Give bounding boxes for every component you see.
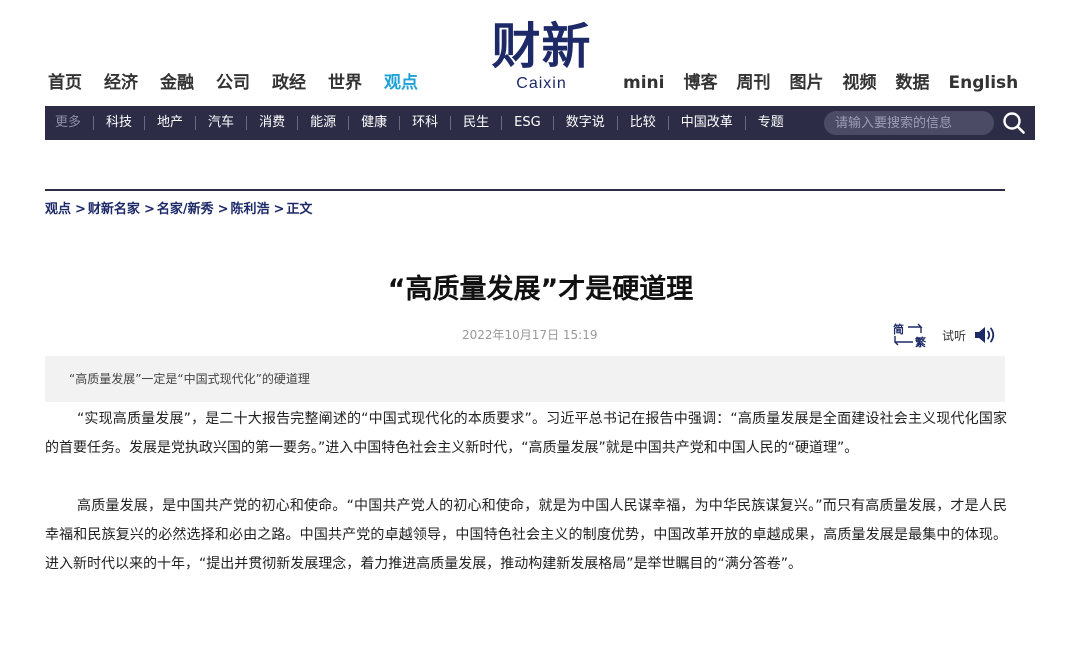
main-nav-left: 首页 经济 金融 公司 政经 世界 观点 xyxy=(48,70,440,96)
search-input[interactable] xyxy=(824,111,994,135)
breadcrumb-opinion[interactable]: 观点 xyxy=(45,200,71,220)
nav-item-world[interactable]: 世界 xyxy=(328,70,362,96)
subnav-item-more[interactable]: 更多 xyxy=(45,116,95,130)
subnav-item-consumer[interactable]: 消费 xyxy=(247,116,299,130)
nav-item-video[interactable]: 视频 xyxy=(842,70,876,96)
listen-label: 试听 xyxy=(942,328,967,343)
nav-item-data[interactable]: 数据 xyxy=(895,70,929,96)
nav-item-photos[interactable]: 图片 xyxy=(789,70,823,96)
speaker-icon xyxy=(974,325,998,345)
subnav-item-livelihood[interactable]: 民生 xyxy=(451,116,503,130)
listen-button[interactable]: 试听 xyxy=(942,324,998,346)
nav-item-home[interactable]: 首页 xyxy=(48,70,82,96)
nav-item-finance[interactable]: 金融 xyxy=(160,70,194,96)
main-nav-right: mini 博客 周刊 图片 视频 数据 English xyxy=(623,70,1037,96)
nav-item-economy[interactable]: 经济 xyxy=(104,70,138,96)
nav-item-companies[interactable]: 公司 xyxy=(216,70,250,96)
convert-traditional-char: 繁 xyxy=(914,335,927,349)
breadcrumb: 观点 > 财新名家 > 名家/新秀 > 陈利浩 > 正文 xyxy=(45,200,312,220)
nav-item-mini[interactable]: mini xyxy=(623,70,664,96)
simplified-traditional-icon[interactable]: 简 繁 xyxy=(891,321,931,349)
breadcrumb-separator: > xyxy=(273,202,285,217)
subnav-item-auto[interactable]: 汽车 xyxy=(196,116,248,130)
subnav-item-tech[interactable]: 科技 xyxy=(94,116,146,130)
breadcrumb-separator: > xyxy=(75,202,86,217)
subnav-item-china-reform[interactable]: 中国改革 xyxy=(669,116,746,130)
logo-chinese-text: 财新 xyxy=(491,18,592,75)
search-icon[interactable] xyxy=(1002,111,1026,135)
breadcrumb-author[interactable]: 陈利浩 xyxy=(231,200,270,220)
nav-item-english[interactable]: English xyxy=(948,70,1018,96)
nav-item-opinion[interactable]: 观点 xyxy=(384,70,418,96)
subnav-item-topics[interactable]: 专题 xyxy=(746,116,796,130)
article-paragraph: 高质量发展，是中国共产党的初心和使命。“中国共产党人的初心和使命，就是为中国人民… xyxy=(45,498,1007,572)
logo-english-text: Caixin xyxy=(516,75,567,92)
breadcrumb-caixin-columnists[interactable]: 财新名家 xyxy=(88,200,140,220)
subnav-item-environment[interactable]: 环科 xyxy=(400,116,452,130)
breadcrumb-current: 正文 xyxy=(286,202,313,217)
caixin-logo[interactable]: 财新 Caixin xyxy=(484,18,599,98)
subnav-item-energy[interactable]: 能源 xyxy=(298,116,350,130)
breadcrumb-separator: > xyxy=(217,202,229,217)
subnav-item-compare[interactable]: 比较 xyxy=(618,116,669,130)
nav-item-weekly[interactable]: 周刊 xyxy=(736,70,770,96)
article-title: “高质量发展”才是硬道理 xyxy=(387,274,694,305)
nav-item-politics[interactable]: 政经 xyxy=(272,70,306,96)
subnav-item-health[interactable]: 健康 xyxy=(349,116,401,130)
article-summary: “高质量发展”一定是“中国式现代化”的硬道理 xyxy=(45,356,1005,402)
breadcrumb-divider xyxy=(45,189,1005,191)
sub-nav-bar: 更多 科技 地产 汽车 消费 能源 健康 环科 民生 ESG 数字说 比较 中国… xyxy=(45,106,1035,140)
nav-item-blog[interactable]: 博客 xyxy=(683,70,717,96)
article-date: 2022年10月17日 15:19 xyxy=(462,328,598,342)
subnav-item-data-talk[interactable]: 数字说 xyxy=(554,116,618,130)
convert-simplified-char: 简 xyxy=(893,322,904,336)
article-body: “实现高质量发展”，是二十大报告完整阐述的“中国式现代化的本质要求”。习近平总书… xyxy=(45,405,1007,608)
subnav-item-real-estate[interactable]: 地产 xyxy=(145,116,197,130)
article-paragraph: “实现高质量发展”，是二十大报告完整阐述的“中国式现代化的本质要求”。习近平总书… xyxy=(45,411,1007,456)
breadcrumb-separator: > xyxy=(143,202,155,217)
subnav-item-esg[interactable]: ESG xyxy=(502,116,554,130)
breadcrumb-columnists-newcomers[interactable]: 名家/新秀 xyxy=(157,200,214,220)
